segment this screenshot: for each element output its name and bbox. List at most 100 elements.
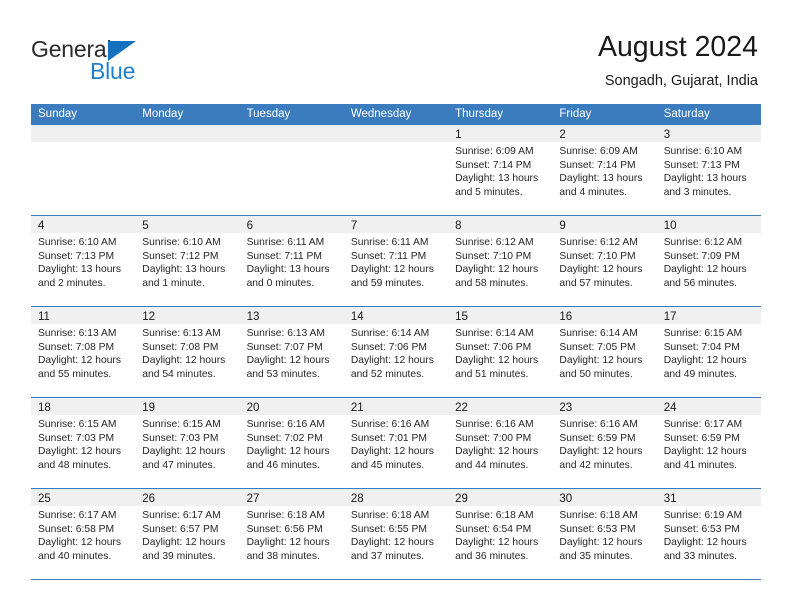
- day-cell[interactable]: 20 Sunrise: 6:16 AM Sunset: 7:02 PM Dayligh…: [239, 398, 344, 488]
- day-cell[interactable]: 31 Sunrise: 6:19 AM Sunset: 6:53 PM Dayligh…: [656, 489, 761, 579]
- day-info: Sunrise: 6:14 AM Sunset: 7:06 PM Daylight:…: [448, 324, 552, 381]
- day-number-bar: 4: [31, 216, 136, 233]
- sunset-text: Sunset: 6:53 PM: [559, 523, 636, 535]
- weekday-header-monday: Monday: [142, 108, 184, 120]
- day-cell[interactable]: 26 Sunrise: 6:17 AM Sunset: 6:57 PM Dayligh…: [135, 489, 240, 579]
- calendar-week-row: 11 Sunrise: 6:13 AM Sunset: 7:08 PM Dayligh…: [31, 306, 761, 397]
- day-number: 1: [455, 129, 462, 141]
- daylight-text-line2: and 2 minutes.: [38, 277, 106, 289]
- day-number: 31: [663, 493, 677, 505]
- daylight-text-line1: Daylight: 13 hours: [559, 173, 643, 185]
- day-cell[interactable]: 17 Sunrise: 6:15 AM Sunset: 7:04 PM Dayligh…: [656, 307, 761, 397]
- daylight-text-line1: Daylight: 12 hours: [246, 537, 330, 549]
- weekday-header-friday: Friday: [559, 108, 592, 120]
- daylight-text-line2: and 0 minutes.: [246, 277, 315, 289]
- grid-bottom-border: [31, 579, 761, 580]
- day-cell[interactable]: 8 Sunrise: 6:12 AM Sunset: 7:10 PM Daylight…: [448, 216, 553, 306]
- sunrise-text: Sunrise: 6:18 AM: [559, 510, 638, 521]
- day-cell[interactable]: 23 Sunrise: 6:16 AM Sunset: 6:59 PM Dayligh…: [552, 398, 657, 488]
- day-cell[interactable]: 22 Sunrise: 6:16 AM Sunset: 7:00 PM Dayligh…: [448, 398, 553, 488]
- day-cell[interactable]: 14 Sunrise: 6:14 AM Sunset: 7:06 PM Dayligh…: [343, 307, 449, 397]
- weekday-header-sunday: Sunday: [38, 108, 78, 120]
- day-number: 12: [142, 311, 156, 323]
- day-info: Sunrise: 6:14 AM Sunset: 7:06 PM Daylight:…: [344, 324, 448, 381]
- daylight-text-line2: and 47 minutes.: [142, 459, 216, 471]
- day-cell[interactable]: 5 Sunrise: 6:10 AM Sunset: 7:12 PM Daylight…: [135, 216, 240, 306]
- sunrise-text: Sunrise: 6:13 AM: [142, 328, 221, 339]
- day-cell[interactable]: 27 Sunrise: 6:18 AM Sunset: 6:56 PM Dayligh…: [239, 489, 344, 579]
- day-cell[interactable]: 19 Sunrise: 6:15 AM Sunset: 7:03 PM Dayligh…: [135, 398, 240, 488]
- sunset-text: Sunset: 7:10 PM: [455, 250, 532, 262]
- daylight-text-line2: and 38 minutes.: [246, 550, 320, 562]
- day-info: Sunrise: 6:19 AM Sunset: 6:53 PM Daylight:…: [657, 506, 761, 563]
- day-cell[interactable]: 13 Sunrise: 6:13 AM Sunset: 7:07 PM Dayligh…: [239, 307, 344, 397]
- sunrise-text: Sunrise: 6:14 AM: [350, 328, 430, 339]
- day-cell[interactable]: 30 Sunrise: 6:18 AM Sunset: 6:53 PM Dayligh…: [552, 489, 657, 579]
- day-number-bar: 3: [656, 125, 761, 142]
- day-cell[interactable]: 18 Sunrise: 6:15 AM Sunset: 7:03 PM Dayligh…: [31, 398, 136, 488]
- day-cell[interactable]: 3 Sunrise: 6:10 AM Sunset: 7:13 PM Daylight…: [656, 125, 761, 215]
- daylight-text-line1: Daylight: 13 hours: [38, 264, 121, 276]
- day-cell[interactable]: 2 Sunrise: 6:09 AM Sunset: 7:14 PM Daylight…: [552, 125, 657, 215]
- day-number: 18: [38, 402, 51, 414]
- day-info: Sunrise: 6:17 AM Sunset: 6:58 PM Daylight:…: [31, 506, 135, 563]
- daylight-text-line2: and 59 minutes.: [350, 277, 425, 289]
- day-cell[interactable]: 16 Sunrise: 6:14 AM Sunset: 7:05 PM Dayligh…: [552, 307, 657, 397]
- sunrise-text: Sunrise: 6:12 AM: [663, 237, 743, 248]
- daylight-text-line2: and 40 minutes.: [38, 550, 112, 562]
- sunset-text: Sunset: 7:14 PM: [455, 159, 532, 171]
- day-cell[interactable]: 24 Sunrise: 6:17 AM Sunset: 6:59 PM Dayligh…: [656, 398, 761, 488]
- sunrise-text: Sunrise: 6:10 AM: [142, 237, 221, 248]
- day-number: 7: [350, 220, 358, 232]
- general-blue-logo[interactable]: General Blue: [31, 36, 251, 90]
- day-number-bar: 31: [656, 489, 761, 506]
- daylight-text-line2: and 3 minutes.: [663, 186, 732, 198]
- day-cell[interactable]: 6 Sunrise: 6:11 AM Sunset: 7:11 PM Daylight…: [239, 216, 344, 306]
- day-cell[interactable]: 7 Sunrise: 6:11 AM Sunset: 7:11 PM Daylight…: [343, 216, 449, 306]
- day-number-bar: 21: [343, 398, 449, 415]
- day-info: Sunrise: 6:16 AM Sunset: 7:02 PM Daylight:…: [240, 415, 344, 472]
- sunrise-text: Sunrise: 6:16 AM: [246, 419, 325, 430]
- day-info: Sunrise: 6:15 AM Sunset: 7:03 PM Daylight:…: [135, 415, 239, 472]
- day-number: 2: [559, 129, 566, 141]
- calendar-week-row: 1 Sunrise: 6:09 AM Sunset: 7:14 PM Daylight…: [31, 125, 761, 215]
- day-number-bar: 7: [343, 216, 449, 233]
- sunset-text: Sunset: 6:55 PM: [350, 523, 427, 535]
- day-cell[interactable]: 11 Sunrise: 6:13 AM Sunset: 7:08 PM Dayligh…: [31, 307, 136, 397]
- day-cell[interactable]: 29 Sunrise: 6:18 AM Sunset: 6:54 PM Dayligh…: [448, 489, 553, 579]
- day-cell[interactable]: 15 Sunrise: 6:14 AM Sunset: 7:06 PM Dayligh…: [448, 307, 553, 397]
- sunset-text: Sunset: 7:03 PM: [38, 432, 115, 444]
- day-number: 8: [455, 220, 462, 232]
- sunrise-text: Sunrise: 6:11 AM: [350, 237, 429, 248]
- day-info: Sunrise: 6:15 AM Sunset: 7:04 PM Daylight:…: [657, 324, 761, 381]
- day-number-bar: 8: [448, 216, 553, 233]
- day-cell[interactable]: 21 Sunrise: 6:16 AM Sunset: 7:01 PM Dayligh…: [343, 398, 449, 488]
- day-number-bar: 25: [31, 489, 136, 506]
- day-number-bar: 22: [448, 398, 553, 415]
- daylight-text-line1: Daylight: 12 hours: [38, 537, 121, 549]
- day-cell[interactable]: 9 Sunrise: 6:12 AM Sunset: 7:10 PM Daylight…: [552, 216, 657, 306]
- sunrise-text: Sunrise: 6:11 AM: [246, 237, 325, 248]
- daylight-text-line2: and 1 minute.: [142, 277, 205, 289]
- sunset-text: Sunset: 7:03 PM: [142, 432, 219, 444]
- daylight-text-line1: Daylight: 13 hours: [455, 173, 539, 185]
- day-cell[interactable]: 12 Sunrise: 6:13 AM Sunset: 7:08 PM Dayligh…: [135, 307, 240, 397]
- daylight-text-line1: Daylight: 12 hours: [38, 355, 121, 367]
- day-cell[interactable]: 28 Sunrise: 6:18 AM Sunset: 6:55 PM Dayligh…: [343, 489, 449, 579]
- day-number: 17: [663, 311, 677, 323]
- day-number-bar: [343, 125, 449, 142]
- day-cell[interactable]: 4 Sunrise: 6:10 AM Sunset: 7:13 PM Daylight…: [31, 216, 136, 306]
- daylight-text-line2: and 41 minutes.: [663, 459, 737, 471]
- daylight-text-line1: Daylight: 12 hours: [559, 537, 643, 549]
- day-cell[interactable]: 1 Sunrise: 6:09 AM Sunset: 7:14 PM Daylight…: [448, 125, 553, 215]
- daylight-text-line1: Daylight: 13 hours: [663, 173, 747, 185]
- sunset-text: Sunset: 7:00 PM: [455, 432, 532, 444]
- daylight-text-line1: Daylight: 12 hours: [350, 264, 434, 276]
- daylight-text-line2: and 36 minutes.: [455, 550, 529, 562]
- calendar-week-row: 18 Sunrise: 6:15 AM Sunset: 7:03 PM Dayligh…: [31, 397, 761, 488]
- day-cell[interactable]: 25 Sunrise: 6:17 AM Sunset: 6:58 PM Dayligh…: [31, 489, 136, 579]
- day-cell[interactable]: 10 Sunrise: 6:12 AM Sunset: 7:09 PM Dayligh…: [656, 216, 761, 306]
- day-info: Sunrise: 6:15 AM Sunset: 7:03 PM Daylight:…: [31, 415, 135, 472]
- sunrise-text: Sunrise: 6:18 AM: [246, 510, 325, 521]
- day-info: Sunrise: 6:13 AM Sunset: 7:07 PM Daylight:…: [240, 324, 344, 381]
